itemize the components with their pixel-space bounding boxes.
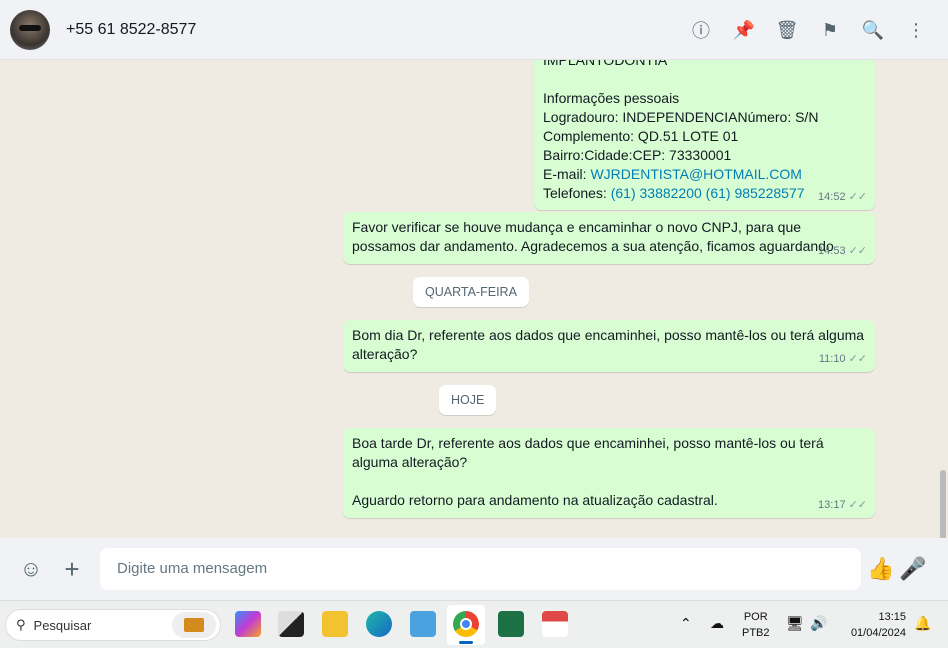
delete-icon[interactable]: 🗑 xyxy=(775,18,799,42)
message-time: 14:53 ✓✓ xyxy=(818,245,867,257)
email-link[interactable]: WJRDENTISTA@HOTMAIL.COM xyxy=(590,166,802,182)
message-text: Boa tarde Dr, referente aos dados que en… xyxy=(352,435,824,470)
pin-icon[interactable]: 📌 xyxy=(732,18,756,42)
message: Bom dia Dr, referente aos dados que enca… xyxy=(343,320,875,372)
search-icon: ⚲ xyxy=(16,617,26,632)
show-hidden-icons-icon[interactable]: ⌃ xyxy=(680,615,692,631)
label-icon[interactable]: ⚑ xyxy=(818,18,842,42)
chat-header: +55 61 8522-8577 ⓘ 📌 🗑 ⚑ 🔍 ⋮ xyxy=(0,0,948,60)
message-time: 11:10 ✓✓ xyxy=(818,353,867,365)
search-label: Pesquisar xyxy=(33,617,92,633)
thumbs-up-icon[interactable]: 👍 xyxy=(867,556,894,582)
microphone-icon[interactable]: 🎤 xyxy=(899,556,926,582)
day-chip: HOJE xyxy=(439,385,497,415)
day-chip: QUARTA-FEIRA xyxy=(413,277,529,307)
copilot-icon[interactable] xyxy=(235,611,261,637)
message-time: 14:52 ✓✓ xyxy=(818,191,867,203)
edge-icon[interactable] xyxy=(366,611,392,637)
search-icon[interactable]: 🔍 xyxy=(861,18,885,42)
phone-link[interactable]: (61) 33882200 (61) 985228577 xyxy=(611,185,805,201)
taskbar: ⚲ Pesquisar ⌃ ☁ POR PTB2 🖥 🔊 13:15 01/04/20… xyxy=(0,600,948,648)
volume-icon[interactable]: 🔊 xyxy=(810,615,827,631)
message-line: Bairro:Cidade:CEP: 73330001 xyxy=(543,147,732,163)
attach-icon[interactable]: + xyxy=(59,554,85,584)
scrollbar[interactable] xyxy=(940,470,946,538)
clock[interactable]: 13:15 01/04/2024 xyxy=(842,609,906,641)
message-text: Favor verificar se houve mudança e encam… xyxy=(352,219,834,254)
message: Boa tarde Dr, referente aos dados que en… xyxy=(343,428,875,518)
read-ticks-icon: ✓✓ xyxy=(848,353,867,365)
chrome-taskbar-button[interactable] xyxy=(447,605,485,645)
briefcase-icon xyxy=(172,612,216,638)
notifications-icon[interactable]: 🔔 xyxy=(914,615,931,631)
email-label: E-mail: xyxy=(543,166,591,182)
cloud-offline-icon[interactable]: ☁ xyxy=(710,615,724,631)
message-text: Bom dia Dr, referente aos dados que enca… xyxy=(352,327,865,362)
snipping-tool-icon[interactable] xyxy=(542,611,568,637)
message: Favor verificar se houve mudança e encam… xyxy=(343,212,875,264)
composer: ☺ + Digite uma mensagem 👍 🎤 xyxy=(0,538,948,600)
info-icon[interactable]: ⓘ xyxy=(689,18,713,42)
avatar[interactable] xyxy=(10,9,50,50)
message-input[interactable]: Digite uma mensagem xyxy=(100,548,861,590)
read-ticks-icon: ✓✓ xyxy=(848,499,867,511)
message-line: Complemento: QD.51 LOTE 01 xyxy=(543,128,739,144)
message-list: IMPLANTODONTIA Informações pessoais Logr… xyxy=(0,60,948,538)
emoji-icon[interactable]: ☺ xyxy=(18,556,44,582)
contact-name[interactable]: +55 61 8522-8577 xyxy=(66,21,196,39)
language-indicator[interactable]: POR PTB2 xyxy=(742,609,770,641)
message-time: 13:17 ✓✓ xyxy=(818,499,867,511)
message-line: IMPLANTODONTIA xyxy=(543,60,668,68)
chrome-icon xyxy=(453,611,479,637)
notepad-icon[interactable] xyxy=(410,611,436,637)
network-icon[interactable]: 🖥 xyxy=(786,615,804,631)
file-explorer-icon[interactable] xyxy=(322,611,348,637)
message: IMPLANTODONTIA Informações pessoais Logr… xyxy=(534,60,875,210)
taskbar-search[interactable]: ⚲ Pesquisar xyxy=(5,609,221,641)
message-line: Logradouro: INDEPENDENCIANúmero: S/N xyxy=(543,109,819,125)
message-text: Aguardo retorno para andamento na atuali… xyxy=(352,492,718,508)
phone-label: Telefones: xyxy=(543,185,611,201)
window-app-icon[interactable] xyxy=(278,611,304,637)
read-ticks-icon: ✓✓ xyxy=(848,191,867,203)
excel-icon[interactable] xyxy=(498,611,524,637)
message-line: Informações pessoais xyxy=(543,90,680,106)
menu-icon[interactable]: ⋮ xyxy=(904,18,928,42)
read-ticks-icon: ✓✓ xyxy=(848,245,867,257)
